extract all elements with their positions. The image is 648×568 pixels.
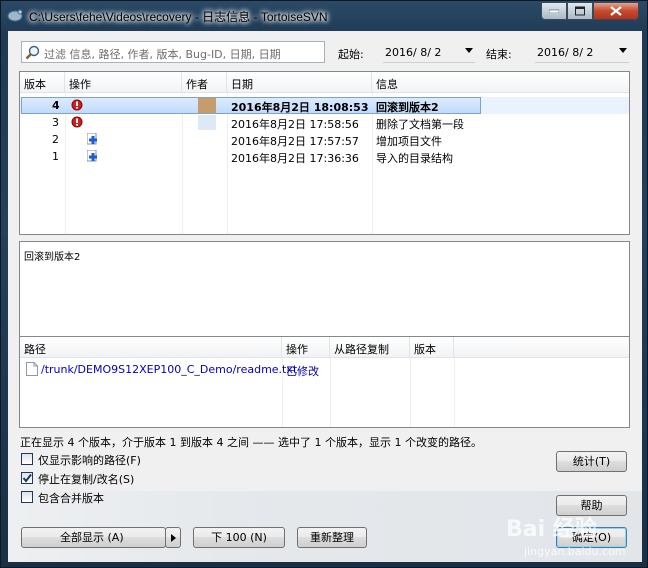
filter-input[interactable]: 过滤 信息, 路径, 作者, 版本, Bug-ID, 日期, 日期 [21,41,325,63]
revision-message: 删除了文档第一段 [376,118,464,131]
changed-path-row[interactable]: /trunk/DEMO9S12XEP100_C_Demo/readme.txt … [20,361,629,378]
minimize-button[interactable] [541,2,567,20]
revision-message: 增加项目文件 [376,135,442,148]
author-color-bar [198,115,216,130]
revision-date: 2016年8月2日 17:58:56 [231,118,359,131]
log-message-box[interactable]: 回滚到版本2 [19,241,630,337]
show-all-button[interactable]: 全部显示 (A) [21,527,166,548]
revert-icon [71,99,83,111]
column-header-action[interactable]: 操作 [65,72,182,93]
column-header-revision[interactable]: 版本 [20,72,65,93]
search-icon [25,45,40,60]
file-icon [26,362,38,376]
window-frame: C:\Users\fehe\Videos\recovery - 日志信息 - T… [0,0,648,568]
revision-number: 4 [52,99,60,112]
stop-on-copy-checkbox[interactable] [21,472,33,484]
from-date-value: 2016/ 8/ 2 [385,46,442,59]
from-date-picker[interactable]: 2016/ 8/ 2 [383,43,475,63]
to-label: 结束: [486,48,512,61]
column-header-copy-from[interactable]: 从路径复制 [330,337,410,358]
maximize-icon [575,6,585,16]
show-all-dropdown-button[interactable] [165,527,181,548]
window-title: C:\Users\fehe\Videos\recovery - 日志信息 - T… [29,10,328,24]
add-icon [87,150,97,162]
revision-number: 1 [52,150,59,163]
refresh-button[interactable]: 重新整理 [297,527,367,548]
include-merged-checkbox[interactable] [21,491,33,503]
column-header-message[interactable]: 信息 [372,72,629,93]
column-header-author[interactable]: 作者 [182,72,227,93]
revision-list-header: 版本 操作 作者 日期 信息 [20,72,629,93]
chevron-right-icon [171,534,176,542]
column-header-path[interactable]: 路径 [20,337,282,358]
column-header-path-action[interactable]: 操作 [282,337,330,358]
revision-row[interactable]: 1 2016年8月2日 17:36:36 导入的目录结构 [20,148,629,165]
column-header-path-revision[interactable]: 版本 [410,337,454,358]
chevron-down-icon [465,48,473,53]
revision-row[interactable]: 2 2016年8月2日 17:57:57 增加项目文件 [20,131,629,148]
log-message-text: 回滚到版本2 [24,252,81,263]
changed-path-link[interactable]: /trunk/DEMO9S12XEP100_C_Demo/readme.txt [41,363,297,376]
from-label: 起始: [338,48,364,61]
show-all-label: 全部显示 (A) [60,531,124,544]
filter-placeholder: 过滤 信息, 路径, 作者, 版本, Bug-ID, 日期, 日期 [44,48,281,61]
baidu-watermark-url: jingyan.baidu.com [524,545,626,558]
revision-number: 3 [52,116,59,129]
changed-paths-list[interactable]: 路径 操作 从路径复制 版本 /trunk/DEMO9S12XEP100_C_D… [19,336,630,428]
add-icon [87,133,97,145]
revision-message: 导入的目录结构 [376,152,453,165]
dialog-client: 过滤 信息, 路径, 作者, 版本, Bug-ID, 日期, 日期 起始: 20… [8,31,642,562]
revision-row[interactable]: 4 2016年8月2日 18:08:53 回滚到版本2 [20,97,629,114]
minimize-icon [549,9,559,13]
next-100-button[interactable]: 下 100 (N) [193,527,285,548]
author-color-bar [198,98,216,113]
stop-on-copy-label: 停止在复制/改名(S) [38,473,135,486]
to-date-picker[interactable]: 2016/ 8/ 2 [535,43,629,63]
checkmark-icon [22,473,32,483]
changed-path-action: 已修改 [286,365,319,378]
statistics-button[interactable]: 统计(T) [556,451,627,472]
chevron-down-icon [619,48,627,53]
to-date-value: 2016/ 8/ 2 [537,46,594,59]
revision-date: 2016年8月2日 17:36:36 [231,152,359,165]
close-icon [610,6,622,16]
close-button[interactable] [593,2,639,20]
column-header-date[interactable]: 日期 [227,72,372,93]
affected-paths-label: 仅显示影响的路径(F) [38,454,141,467]
title-bar[interactable]: C:\Users\fehe\Videos\recovery - 日志信息 - T… [1,1,648,31]
affected-paths-checkbox[interactable] [21,453,33,465]
revision-number: 2 [52,133,59,146]
modify-icon [71,116,83,128]
revision-list[interactable]: 版本 操作 作者 日期 信息 4 2016年8月2日 18:08:53 回滚到版… [19,71,630,235]
revision-row[interactable]: 3 2016年8月2日 17:58:56 删除了文档第一段 [20,114,629,131]
include-merged-label: 包含合并版本 [38,492,104,505]
tortoisesvn-icon [7,9,23,22]
revision-date: 2016年8月2日 17:57:57 [231,135,359,148]
maximize-button[interactable] [567,2,593,20]
revision-message: 回滚到版本2 [376,101,439,114]
changed-paths-header: 路径 操作 从路径复制 版本 [20,337,629,358]
status-text: 正在显示 4 个版本，介于版本 1 到版本 4 之间 —— 选中了 1 个版本，… [20,436,482,449]
baidu-watermark: Bai 经验 [506,517,597,542]
revision-date: 2016年8月2日 18:08:53 [231,101,369,114]
